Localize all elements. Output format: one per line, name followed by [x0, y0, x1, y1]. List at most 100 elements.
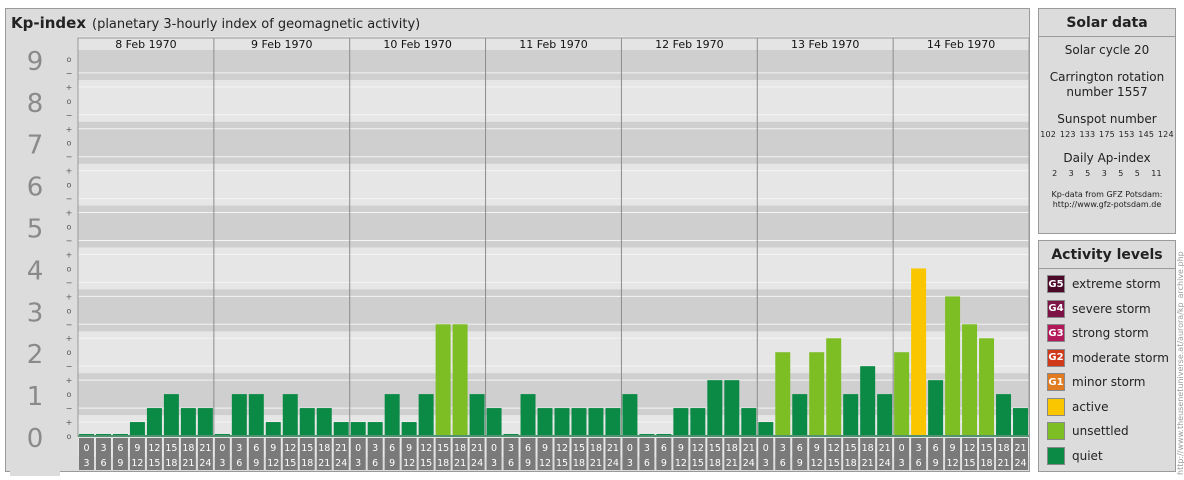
activity-label: moderate storm [1072, 350, 1169, 365]
kp-bar [537, 408, 553, 436]
hour-end-label: 15 [556, 458, 568, 469]
minor-tick-label: + [66, 334, 73, 343]
kp-bar [724, 380, 740, 436]
activity-swatch: G3 [1047, 324, 1065, 342]
day-label: 12 Feb 1970 [655, 38, 723, 51]
kp-bar [197, 408, 213, 436]
level-band [78, 331, 1029, 374]
hour-end-label: 21 [454, 458, 466, 469]
activity-label: minor storm [1072, 375, 1146, 389]
activity-swatch: G4 [1047, 299, 1065, 318]
credit-url: http://www.theusenetuniverse.at/aurora/k… [1176, 251, 1184, 475]
hour-end-label: 3 [627, 458, 633, 469]
y-tick-label: 8 [27, 89, 44, 119]
minor-tick-label: + [66, 83, 73, 92]
hour-end-label: 21 [590, 458, 602, 469]
hour-end-label: 9 [933, 458, 939, 469]
hour-start-label: 15 [845, 443, 857, 454]
hour-end-label: 18 [437, 458, 449, 469]
hour-start-label: 18 [318, 443, 330, 454]
hour-end-label: 6 [100, 458, 106, 469]
hour-start-label: 3 [916, 443, 922, 454]
y-tick-label: 6 [27, 173, 44, 203]
activity-level-moderate-storm: G2 moderate storm [1047, 348, 1175, 367]
hour-start-label: 3 [508, 443, 514, 454]
kp-bar [945, 296, 961, 436]
hour-end-label: 18 [980, 458, 992, 469]
activity-level-active: active [1047, 397, 1175, 416]
activity-label: extreme storm [1072, 277, 1161, 291]
hour-end-label: 6 [508, 458, 514, 469]
hour-start-label: 15 [301, 443, 313, 454]
activity-level-quiet: quiet [1047, 446, 1175, 465]
y-tick-label: 5 [27, 215, 44, 245]
kp-bar [571, 408, 587, 436]
kp-bar [418, 394, 434, 436]
hour-end-label: 18 [573, 458, 585, 469]
day-label: 14 Feb 1970 [927, 38, 995, 51]
hour-end-label: 9 [389, 458, 395, 469]
kp-bar [282, 394, 298, 436]
hour-end-label: 24 [471, 458, 483, 469]
kp-bar [860, 366, 876, 436]
minor-tick-label: − [66, 320, 73, 329]
hour-start-label: 9 [270, 443, 276, 454]
hour-start-label: 21 [335, 443, 347, 454]
day-label: 8 Feb 1970 [115, 38, 176, 51]
minor-tick-label: + [66, 167, 73, 176]
y-tick-label: 2 [27, 340, 44, 370]
hour-end-label: 15 [964, 458, 976, 469]
hour-end-label: 6 [916, 458, 922, 469]
hour-start-label: 21 [1014, 443, 1026, 454]
hour-end-label: 18 [709, 458, 721, 469]
kp-bar [435, 324, 451, 436]
minor-tick-label: + [66, 418, 73, 427]
hour-end-label: 12 [675, 458, 687, 469]
minor-tick-label: o [67, 264, 72, 273]
hour-start-label: 12 [420, 443, 432, 454]
activity-swatch [1047, 446, 1065, 465]
kp-bar [231, 394, 247, 436]
hour-start-label: 9 [134, 443, 140, 454]
hour-start-label: 18 [590, 443, 602, 454]
hour-start-label: 15 [573, 443, 585, 454]
hour-start-label: 3 [236, 443, 242, 454]
kp-bar [622, 394, 638, 436]
hour-end-label: 9 [797, 458, 803, 469]
kp-bar [452, 324, 468, 436]
hour-start-label: 21 [199, 443, 211, 454]
activity-level-minor-storm: G1 minor storm [1047, 373, 1175, 391]
hour-end-label: 12 [811, 458, 823, 469]
hour-start-label: 18 [454, 443, 466, 454]
hour-start-label: 21 [471, 443, 483, 454]
level-band [78, 205, 1029, 248]
hour-start-label: 3 [644, 443, 650, 454]
kp-bar [588, 408, 604, 436]
ap-label: Daily Ap-index [1063, 151, 1151, 165]
hour-end-label: 9 [525, 458, 531, 469]
kp-bar [775, 352, 791, 436]
kp-bar [367, 422, 383, 436]
hour-start-label: 6 [933, 443, 939, 454]
activity-label: active [1072, 399, 1109, 414]
hour-start-label: 3 [100, 443, 106, 454]
day-label: 11 Feb 1970 [519, 38, 587, 51]
activity-swatch [1047, 397, 1065, 416]
hour-start-label: 0 [763, 443, 769, 454]
activity-swatch: G5 [1047, 275, 1065, 293]
hour-start-label: 12 [556, 443, 568, 454]
kp-bar [350, 422, 366, 436]
activity-label: quiet [1072, 448, 1103, 463]
hour-start-label: 6 [525, 443, 531, 454]
level-band [78, 163, 1029, 206]
carrington-line-2: number 1557 [1066, 85, 1148, 99]
y-tick-label: 4 [27, 256, 44, 286]
hour-end-label: 3 [355, 458, 361, 469]
kp-bar [1013, 408, 1028, 436]
kp-bar [248, 394, 264, 436]
source-line-2: http://www.gfz-potsdam.de [1052, 200, 1162, 209]
minor-tick-label: + [66, 125, 73, 134]
minor-tick-label: − [66, 153, 73, 162]
hour-end-label: 15 [420, 458, 432, 469]
hour-end-label: 18 [165, 458, 177, 469]
